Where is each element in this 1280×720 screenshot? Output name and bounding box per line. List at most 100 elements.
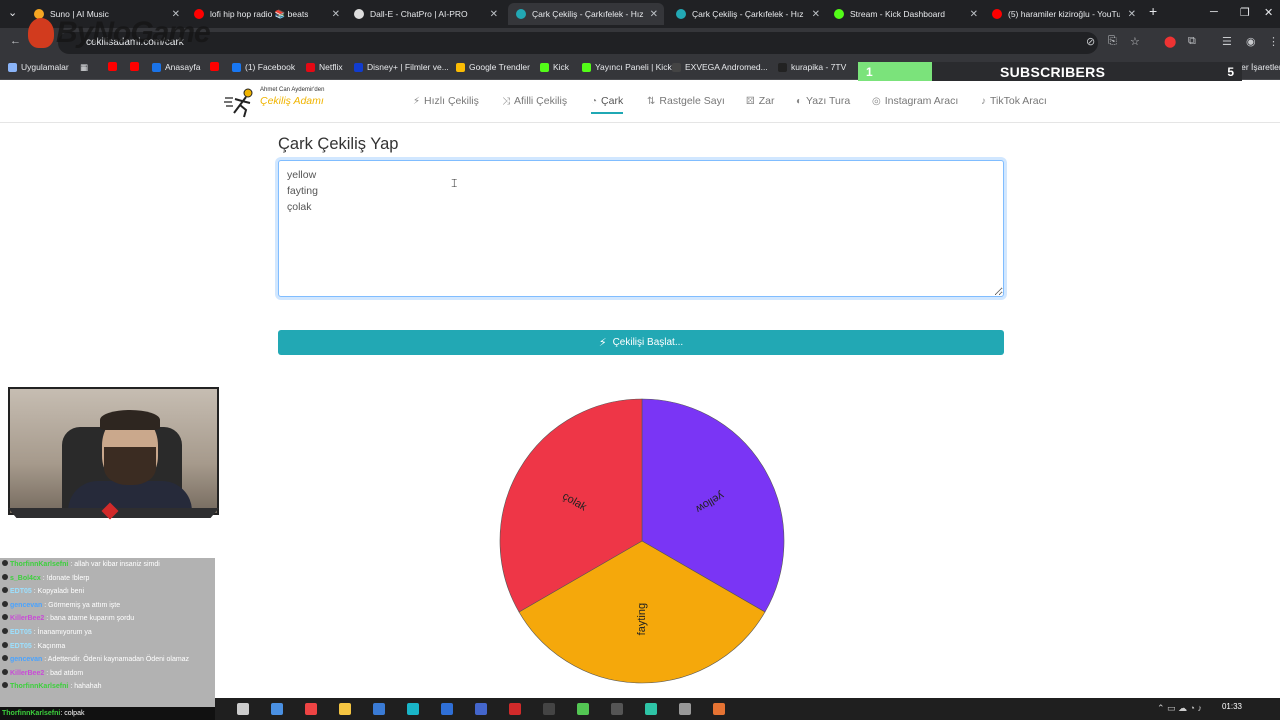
taskbar-app-icon[interactable] [577, 703, 589, 715]
taskbar-app-icon[interactable] [441, 703, 453, 715]
chat-badge-icon [2, 600, 8, 607]
nav-item[interactable]: ◎ Instagram Aracı [872, 95, 958, 107]
chat-text: : hahahah [70, 683, 102, 691]
chat-text: : !donate !blerp [42, 574, 90, 582]
taskbar-app-icon[interactable] [645, 703, 657, 715]
browser-tab[interactable]: Dall-E - ChatPro | AI-PRO ✕ [346, 3, 504, 25]
chat-text: : İnanamıyorum ya [33, 628, 92, 636]
taskbar-app-icon[interactable] [679, 703, 691, 715]
bookmark-item[interactable] [130, 62, 143, 71]
bookmark-item[interactable]: Yayıncı Paneli | Kick [582, 62, 672, 72]
nav-item-icon: ⚄ [746, 95, 755, 107]
translate-icon[interactable]: ⊘ [1086, 35, 1095, 48]
chat-message: gencevan: Görmemiş ya attım işte [0, 599, 215, 613]
nav-item[interactable]: ⚡ Hızlı Çekiliş [413, 95, 479, 107]
bookmark-item[interactable]: Google Trendler [456, 62, 530, 72]
chat-message: KillerBee2: bad atdom [0, 667, 215, 681]
running-man-logo-icon [224, 88, 253, 118]
tab-close-icon[interactable]: ✕ [1128, 9, 1136, 20]
browser-tab[interactable]: (5) haramiler kiziroğlu - YouTub ✕ [984, 3, 1142, 25]
bookmark-item[interactable]: Anasayfa [152, 62, 200, 72]
tab-close-icon[interactable]: ✕ [332, 9, 340, 20]
browser-tab[interactable]: Çark Çekiliş - Çarkıfelek - Hızlı Ç ✕ [508, 3, 664, 25]
nav-item-label: Zar [758, 95, 775, 107]
nav-item[interactable]: ⚄ Zar [746, 95, 774, 107]
nav-item[interactable]: ⇅ Rastgele Sayı [647, 95, 725, 107]
subscribers-current: 1 [866, 65, 873, 79]
prize-wheel[interactable]: yellowfaytingçolak [496, 395, 788, 687]
tab-title: Dall-E - ChatPro | AI-PRO [370, 9, 468, 19]
bookmark-item[interactable] [108, 62, 121, 71]
apps-grid-icon[interactable]: ▦ [80, 62, 88, 73]
nav-item[interactable]: ♪ TikTok Aracı [981, 95, 1047, 107]
bookmark-item[interactable]: Netflix [306, 62, 343, 72]
bookmark-item[interactable]: Disney+ | Filmler ve... [354, 62, 449, 72]
chat-text: : colpak [60, 710, 85, 717]
bookmark-item[interactable]: EXVEGA Andromed... [672, 62, 768, 72]
install-icon[interactable]: ⎘ [1108, 35, 1117, 48]
system-tray-icons[interactable]: ⌃ ▭ ☁ ◔ ♪ [1157, 703, 1202, 714]
site-navbar: Ahmet Can Aydemir'den Çekiliş Adamı ⚡ Hız… [0, 81, 1280, 123]
bookmark-star-icon[interactable]: ☆ [1130, 35, 1140, 48]
new-tab-button[interactable]: + [1149, 3, 1157, 19]
webcam-overlay [8, 387, 219, 515]
nav-item-label: Hızlı Çekiliş [424, 95, 479, 107]
reading-list-icon[interactable]: ☰ [1222, 35, 1232, 48]
bookmark-label: Yayıncı Paneli | Kick [595, 62, 672, 72]
nav-item[interactable]: ⤨ Afilli Çekiliş [502, 95, 567, 107]
bookmark-favicon-icon [232, 62, 241, 72]
taskbar-app-icon[interactable] [407, 703, 419, 715]
page-title: Çark Çekiliş Yap [278, 135, 399, 153]
taskbar-folder-icon[interactable] [339, 703, 351, 715]
browser-tab[interactable]: Çark Çekiliş - Çarkıfelek - Hızlı Ç ✕ [668, 3, 826, 25]
taskbar-app-icon[interactable] [475, 703, 487, 715]
taskbar-app-icon[interactable] [509, 703, 521, 715]
tab-close-icon[interactable]: ✕ [490, 9, 498, 20]
restore-icon[interactable]: ❐ [1240, 6, 1250, 19]
chat-latest-message: ThorfinnKarlsefni: colpak [0, 707, 215, 720]
site-logo[interactable]: Ahmet Can Aydemir'den Çekiliş Adamı [224, 84, 328, 120]
chat-text: : Adettendir. Ödeni kaynamadan Ödeni ola… [44, 656, 190, 664]
nav-item[interactable]: ◐ Yazı Tura [796, 95, 850, 107]
chat-username: s_Bol4cx [10, 574, 41, 582]
minimize-icon[interactable]: ─ [1210, 6, 1218, 18]
taskbar-app-icon[interactable] [271, 703, 283, 715]
browser-tab[interactable]: Stream - Kick Dashboard ✕ [826, 3, 984, 25]
nav-item-icon: ◎ [872, 95, 881, 107]
taskbar-app-icon[interactable] [543, 703, 555, 715]
taskbar-clock: 01:33 [1221, 702, 1242, 711]
menu-icon[interactable]: ⋮ [1268, 35, 1279, 48]
chat-badge-icon [2, 614, 8, 621]
bookmark-item[interactable]: kurapika - 7TV [778, 62, 846, 72]
profile-avatar-icon[interactable]: ◉ [1246, 35, 1256, 48]
bookmark-item[interactable] [210, 62, 223, 71]
start-draw-button[interactable]: ⚡ Çekilişi Başlat... [278, 330, 1004, 355]
address-bar[interactable]: cekilisadami.com/cark [58, 32, 1098, 54]
chat-message: s_Bol4cx: !donate !blerp [0, 572, 215, 586]
extension-icon[interactable]: ⬤ [1164, 35, 1176, 48]
tab-search-icon[interactable]: ⌄ [8, 6, 17, 19]
taskbar-app-icon[interactable] [611, 703, 623, 715]
taskbar-start-icon[interactable] [237, 703, 249, 715]
windows-taskbar: ⌃ ▭ ☁ ◔ ♪ 01:33 [215, 698, 1280, 720]
taskbar-app-icon[interactable] [713, 703, 725, 715]
browser-tab[interactable]: lofi hip hop radio 📚 beats ✕ [186, 3, 346, 25]
bookmark-item[interactable]: Kick [540, 62, 569, 72]
entries-textarea[interactable] [278, 160, 1004, 297]
tab-title: Stream - Kick Dashboard [850, 9, 945, 19]
bookmark-item[interactable]: (1) Facebook [232, 62, 295, 72]
stream-chat-overlay: ThorfinnKarlsefni: allah var kibar insan… [0, 558, 215, 708]
chat-username: gencevan [10, 656, 43, 664]
bookmark-item[interactable]: Uygulamalar [8, 62, 69, 72]
taskbar-app-icon[interactable] [305, 703, 317, 715]
back-icon[interactable]: ← [10, 35, 21, 47]
tab-close-icon[interactable]: ✕ [970, 9, 978, 20]
taskbar-app-icon[interactable] [373, 703, 385, 715]
bookmark-favicon-icon [456, 62, 465, 72]
tab-close-icon[interactable]: ✕ [650, 9, 658, 20]
tab-close-icon[interactable]: ✕ [812, 9, 820, 20]
extensions-icon[interactable]: ⧉ [1188, 35, 1196, 48]
close-window-icon[interactable]: ✕ [1264, 6, 1273, 19]
nav-item[interactable]: ◔ Çark [591, 95, 624, 114]
subscribers-goal: 5 [1227, 65, 1234, 79]
